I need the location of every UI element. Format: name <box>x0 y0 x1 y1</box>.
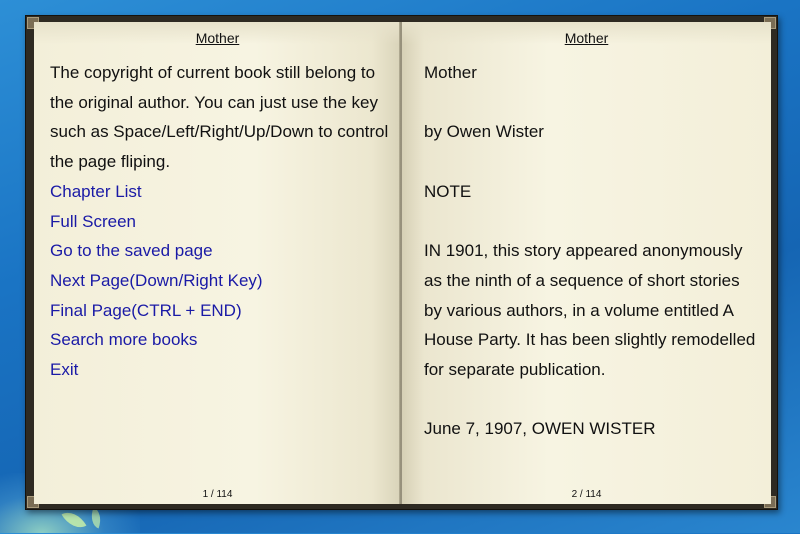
search-books-link[interactable]: Search more books <box>50 325 390 355</box>
final-page-link[interactable]: Final Page(CTRL + END) <box>50 296 390 326</box>
right-page-number: 2 / 114 <box>571 489 602 500</box>
left-running-title: Mother <box>195 30 240 46</box>
author-line: by Owen Wister <box>424 122 544 142</box>
right-running-title: Mother <box>564 30 609 46</box>
next-page-link[interactable]: Next Page(Down/Right Key) <box>50 266 390 296</box>
ebook-reader-window: Mother The copyright of current book sti… <box>25 15 778 510</box>
full-screen-link[interactable]: Full Screen <box>50 207 390 237</box>
exit-link[interactable]: Exit <box>50 355 390 385</box>
date-signature-line: June 7, 1907, OWEN WISTER <box>424 419 656 439</box>
right-page-content: Mother by Owen Wister NOTE IN 1901, this… <box>424 58 759 444</box>
copyright-notice: The copyright of current book still belo… <box>50 63 389 172</box>
left-page-number: 1 / 114 <box>202 489 233 500</box>
saved-page-link[interactable]: Go to the saved page <box>50 236 390 266</box>
left-page[interactable]: Mother The copyright of current book sti… <box>34 22 401 504</box>
right-page[interactable]: Mother Mother by Owen Wister NOTE IN 190… <box>402 22 771 504</box>
chapter-list-link[interactable]: Chapter List <box>50 177 390 207</box>
book-title-line: Mother <box>424 63 477 82</box>
left-page-content: The copyright of current book still belo… <box>50 58 390 385</box>
note-paragraph: IN 1901, this story appeared anonymously… <box>424 241 756 380</box>
note-heading: NOTE <box>424 181 472 201</box>
